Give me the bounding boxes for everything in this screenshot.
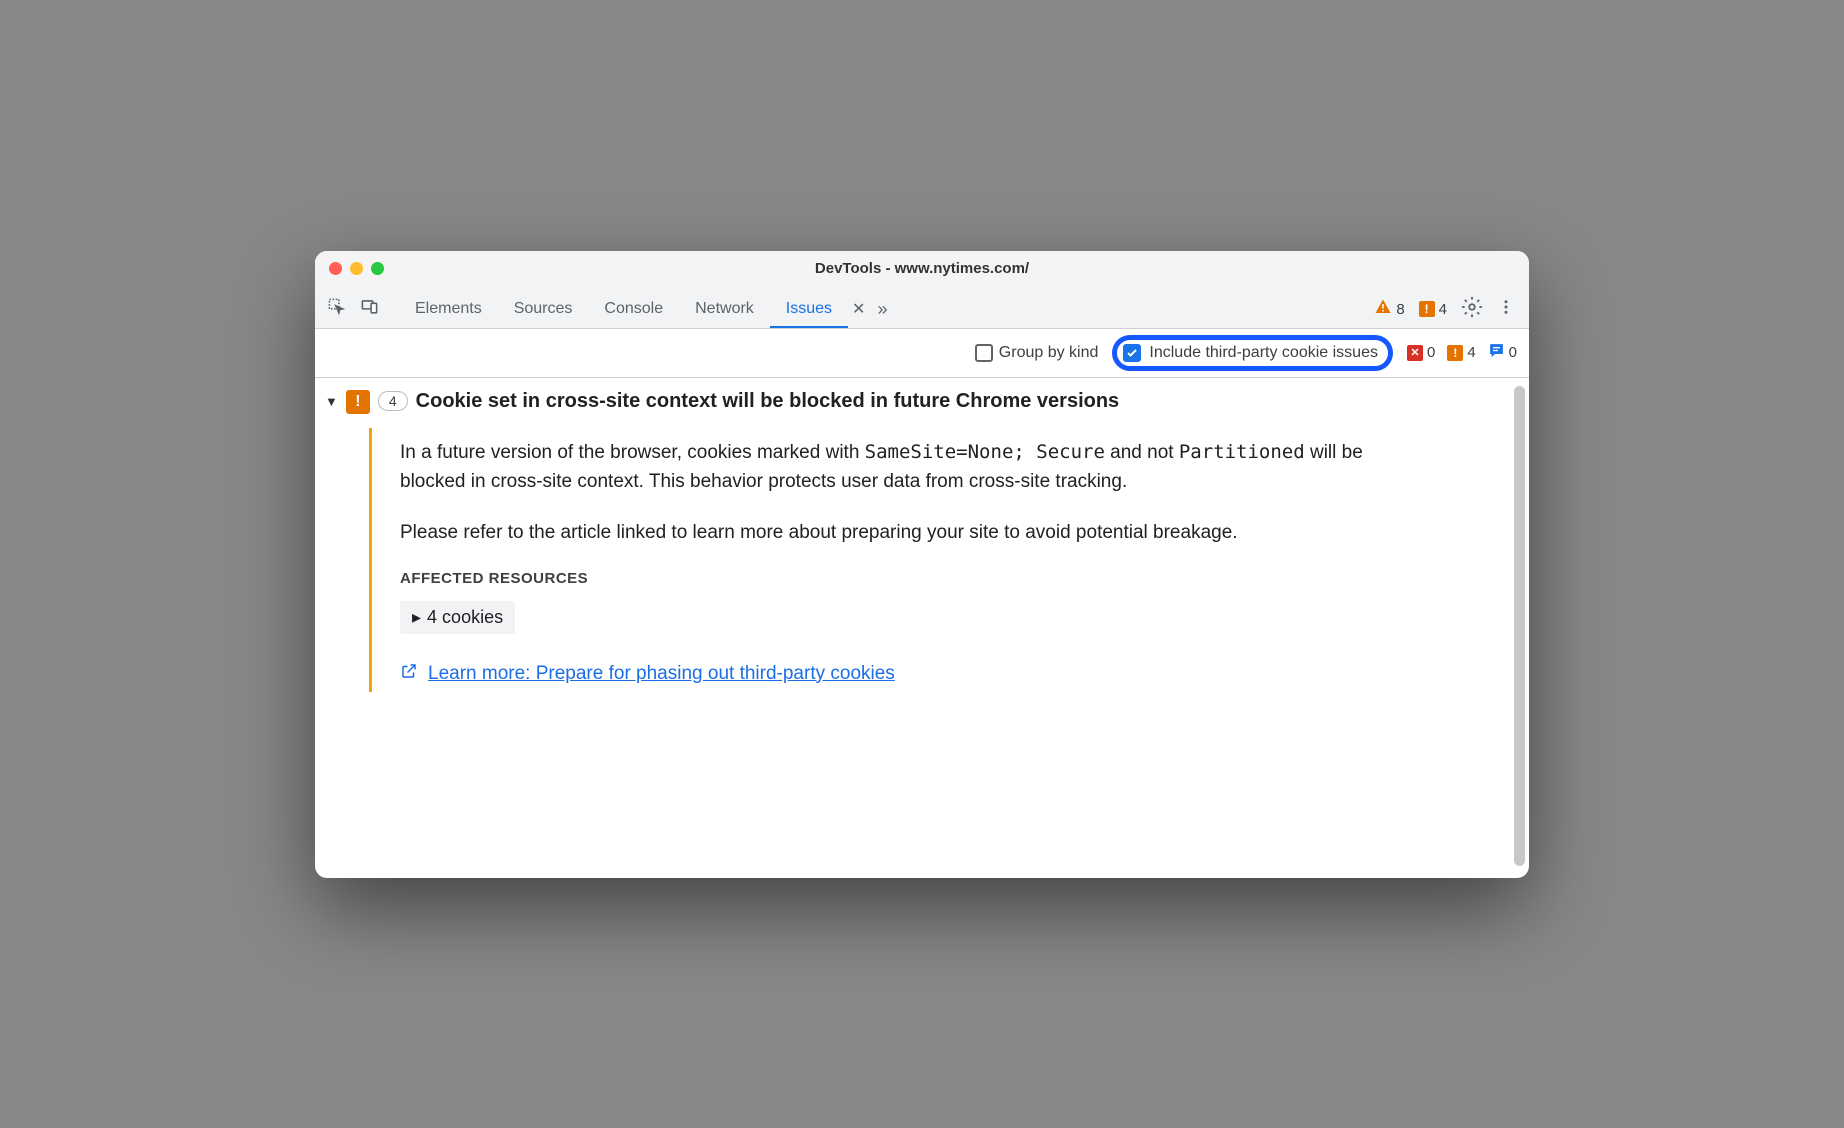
tab-elements[interactable]: Elements <box>399 292 498 326</box>
error-square-icon: ✕ <box>1407 345 1423 361</box>
more-tabs-icon[interactable]: » <box>869 299 895 320</box>
issue-title: Cookie set in cross-site context will be… <box>416 388 1120 413</box>
expand-triangle-icon: ▸ <box>412 607 421 628</box>
info-count: 0 <box>1509 344 1517 361</box>
tab-sources[interactable]: Sources <box>498 292 589 326</box>
checkbox-checked-icon <box>1123 344 1141 362</box>
warning-triangle-icon <box>1374 298 1392 320</box>
group-by-kind-checkbox[interactable]: Group by kind <box>975 344 1099 362</box>
issues-filter-bar: Group by kind Include third-party cookie… <box>315 329 1529 378</box>
issue-body: In a future version of the browser, cook… <box>369 428 1429 692</box>
titlebar: DevTools - www.nytimes.com/ <box>315 251 1529 287</box>
info-count-pill[interactable]: 0 <box>1488 342 1517 363</box>
device-toolbar-icon[interactable] <box>360 297 379 321</box>
affected-cookies-label: 4 cookies <box>427 607 503 628</box>
scrollbar[interactable] <box>1514 386 1525 866</box>
close-tab-icon[interactable]: ✕ <box>848 299 869 319</box>
maximize-window-button[interactable] <box>371 262 384 275</box>
panel-tabs: Elements Sources Console Network Issues … <box>399 292 895 326</box>
close-window-button[interactable] <box>329 262 342 275</box>
warning-square-icon: ! <box>1447 345 1463 361</box>
group-by-kind-label: Group by kind <box>999 344 1099 362</box>
include-third-party-checkbox[interactable]: Include third-party cookie issues <box>1112 335 1393 371</box>
warning-count: 4 <box>1467 344 1475 361</box>
info-speech-icon <box>1488 342 1505 363</box>
issue-description-1: In a future version of the browser, cook… <box>400 438 1405 497</box>
toolbar-issue-badge[interactable]: ! 4 <box>1419 301 1447 318</box>
inspect-icon[interactable] <box>327 297 346 321</box>
error-count-pill[interactable]: ✕ 0 <box>1407 344 1435 361</box>
error-count: 0 <box>1427 344 1435 361</box>
devtools-window: DevTools - www.nytimes.com/ Elements Sou… <box>315 251 1529 878</box>
tab-issues[interactable]: Issues <box>770 292 848 328</box>
issue-header-row[interactable]: ▼ ! 4 Cookie set in cross-site context w… <box>325 388 1517 414</box>
code-samesite: SameSite=None; Secure <box>865 441 1105 463</box>
issue-count-pill: 4 <box>378 391 408 411</box>
minimize-window-button[interactable] <box>350 262 363 275</box>
tab-console[interactable]: Console <box>588 292 679 326</box>
window-title: DevTools - www.nytimes.com/ <box>315 260 1529 277</box>
expand-caret-icon[interactable]: ▼ <box>325 388 338 409</box>
learn-more-link[interactable]: Learn more: Prepare for phasing out thir… <box>400 662 895 686</box>
main-toolbar: Elements Sources Console Network Issues … <box>315 287 1529 329</box>
learn-more-text: Learn more: Prepare for phasing out thir… <box>428 663 895 685</box>
affected-cookies-expander[interactable]: ▸ 4 cookies <box>400 601 515 634</box>
issues-content: ▼ ! 4 Cookie set in cross-site context w… <box>315 378 1529 878</box>
issue-warning-icon: ! <box>346 390 370 414</box>
traffic-lights <box>329 262 384 275</box>
include-third-party-label: Include third-party cookie issues <box>1149 344 1378 362</box>
code-partitioned: Partitioned <box>1179 441 1305 463</box>
warning-count-pill[interactable]: ! 4 <box>1447 344 1475 361</box>
issue-kind-counts: ✕ 0 ! 4 0 <box>1407 342 1517 363</box>
settings-icon[interactable] <box>1461 296 1483 323</box>
toolbar-warning-badge[interactable]: 8 <box>1374 298 1404 320</box>
external-link-icon <box>400 662 418 686</box>
kebab-menu-icon[interactable] <box>1497 296 1515 323</box>
tab-network[interactable]: Network <box>679 292 770 326</box>
issue-count: 4 <box>1439 301 1447 318</box>
warning-square-icon: ! <box>1419 301 1435 317</box>
issue-description-2: Please refer to the article linked to le… <box>400 518 1405 547</box>
warning-count: 8 <box>1396 301 1404 318</box>
affected-resources-heading: AFFECTED RESOURCES <box>400 570 1405 587</box>
checkbox-unchecked-icon <box>975 344 993 362</box>
